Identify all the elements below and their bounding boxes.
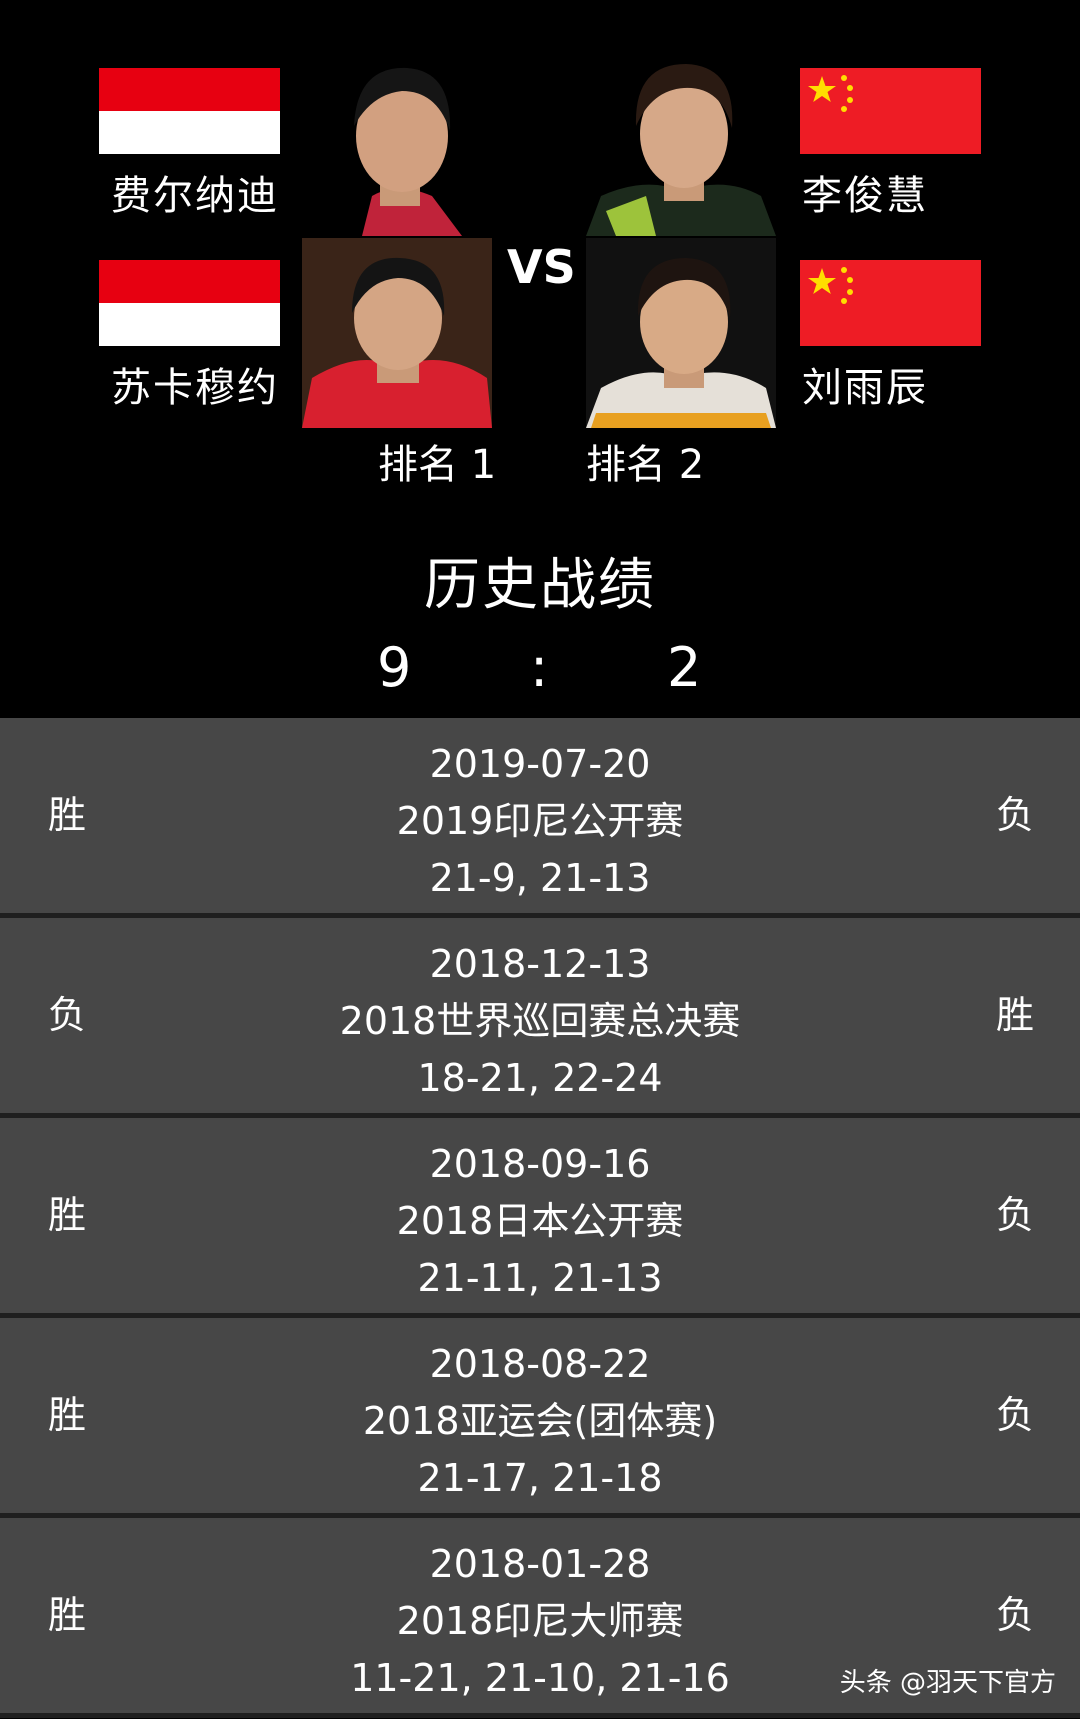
match-score: 18-21, 22-24 [417, 1056, 663, 1100]
history-title: 历史战绩 [424, 553, 656, 618]
right-player2-name: 刘雨辰 [802, 365, 928, 411]
match-row: 胜 2019-07-20 2019印尼公开赛 21-9, 21-13 负 [0, 718, 1080, 918]
match-row: 胜 2018-08-22 2018亚运会(团体赛) 21-17, 21-18 负 [0, 1318, 1080, 1518]
right-team-rank: 排名 2 [586, 442, 705, 488]
match-row: 负 2018-12-13 2018世界巡回赛总决赛 18-21, 22-24 胜 [0, 918, 1080, 1118]
vs-label: VS [507, 240, 576, 294]
match-date: 2019-07-20 [429, 742, 651, 786]
score-right: 2 [667, 636, 702, 699]
match-score: 21-11, 21-13 [417, 1256, 663, 1300]
watermark-text: 头条 @羽天下官方 [839, 1668, 1056, 1698]
match-row: 胜 2018-09-16 2018日本公开赛 21-11, 21-13 负 [0, 1118, 1080, 1318]
match-event: 2018印尼大师赛 [396, 1599, 684, 1643]
match-event: 2018世界巡回赛总决赛 [339, 999, 741, 1043]
left-player2-name: 苏卡穆约 [111, 365, 279, 411]
china-flag-icon [800, 260, 981, 346]
match-history-list: 胜 2019-07-20 2019印尼公开赛 21-9, 21-13 负 负 2… [0, 718, 1080, 1718]
left-player1-name: 费尔纳迪 [111, 173, 279, 219]
score-separator: : [530, 636, 549, 699]
left-player1-photo [302, 46, 492, 236]
right-player1-photo [586, 46, 776, 236]
match-event: 2018日本公开赛 [396, 1199, 684, 1243]
match-date: 2018-08-22 [429, 1342, 651, 1386]
match-score: 21-17, 21-18 [417, 1456, 663, 1500]
left-player2-photo [302, 238, 492, 428]
right-result: 负 [995, 793, 1034, 837]
match-date: 2018-12-13 [429, 942, 651, 986]
match-event: 2019印尼公开赛 [396, 799, 684, 843]
indonesia-flag-icon [99, 260, 280, 346]
right-result: 负 [995, 1193, 1034, 1237]
matchup-header: 费尔纳迪 苏卡穆约 VS 李俊慧 刘雨辰 排名 1 排名 2 历史战绩 9: … [0, 0, 1080, 718]
match-event: 2018亚运会(团体赛) [362, 1399, 718, 1443]
match-date: 2018-09-16 [429, 1142, 651, 1186]
china-flag-icon [800, 68, 981, 154]
match-score: 21-9, 21-13 [429, 856, 651, 900]
right-player1-name: 李俊慧 [802, 173, 928, 219]
score-left: 9 [377, 636, 412, 699]
indonesia-flag-icon [99, 68, 280, 154]
left-team-rank: 排名 1 [378, 442, 497, 488]
right-result: 负 [995, 1393, 1034, 1437]
right-result: 胜 [995, 993, 1034, 1037]
match-date: 2018-01-28 [429, 1542, 651, 1586]
right-player2-photo [586, 238, 776, 428]
